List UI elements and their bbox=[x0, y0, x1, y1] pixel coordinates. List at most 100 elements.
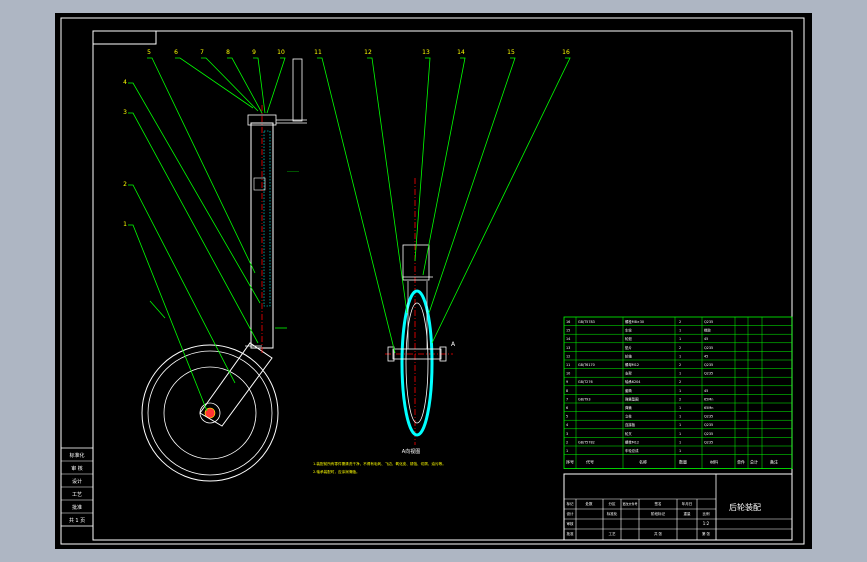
bom-qty: 2 bbox=[679, 380, 681, 384]
bom-no: 5 bbox=[566, 415, 568, 419]
bom-material: Q235 bbox=[704, 415, 713, 419]
tb-label-12: 工艺 bbox=[609, 531, 617, 536]
tb-label-0: 标记 bbox=[567, 501, 575, 506]
bom-name: 轴承6204 bbox=[625, 379, 640, 384]
bom-qty: 1 bbox=[679, 449, 681, 453]
balloon-6: 6 bbox=[174, 49, 178, 56]
bom-material: Q235 bbox=[704, 346, 713, 350]
title-block-title: 后轮装配 bbox=[729, 502, 761, 512]
side-stamp-4: 批准 bbox=[72, 504, 82, 511]
bom-name: 垫片 bbox=[625, 345, 632, 350]
bom-no: 11 bbox=[566, 363, 570, 367]
bom-qty: 1 bbox=[679, 337, 681, 341]
balloon-8: 8 bbox=[226, 49, 230, 56]
bom-name: 支架 bbox=[625, 371, 632, 376]
balloon-10: 10 bbox=[277, 49, 285, 56]
bom-material: Q235 bbox=[704, 432, 713, 436]
bom-no: 4 bbox=[566, 423, 568, 427]
balloon-15: 15 bbox=[507, 49, 515, 56]
side-stamp-5: 共 1 页 bbox=[69, 517, 85, 524]
balloon-13: 13 bbox=[422, 49, 430, 56]
bom-header-4: 材料 bbox=[710, 459, 718, 465]
tb-label-9: 重量 bbox=[684, 511, 692, 516]
bom-code: GB/T5782 bbox=[578, 440, 595, 444]
bom-header-7: 备注 bbox=[770, 459, 778, 465]
dim-note: ――― bbox=[287, 169, 299, 174]
bom-material: 65Mn bbox=[704, 406, 713, 410]
side-view: A A向视图 bbox=[385, 178, 456, 455]
bom-table: 16 GB/T5783 螺栓M8×30 2 Q23515 车轮 1 橡胶14 轮毂 1 4513 垫片… bbox=[563, 316, 793, 470]
bom-no: 16 bbox=[566, 320, 570, 324]
tb-label-4: 签名 bbox=[655, 501, 662, 506]
bom-no: 14 bbox=[566, 337, 570, 341]
bom-qty: 1 bbox=[679, 372, 681, 376]
bom-name: 弹簧 bbox=[625, 405, 632, 410]
bom-header-5: 单件 bbox=[737, 459, 745, 465]
bom-name: 轮毂 bbox=[625, 336, 632, 341]
bom-qty: 1 bbox=[679, 423, 681, 427]
bom-qty: 1 bbox=[679, 354, 681, 358]
cad-viewport[interactable]: 标准化 审 核 设计 工艺 批准 共 1 页 ――― A A向视图 1 2 3 … bbox=[0, 0, 867, 562]
bom-material: 橡胶 bbox=[704, 328, 711, 333]
bom-material: Q235 bbox=[704, 320, 713, 324]
bom-material: Q235 bbox=[704, 423, 713, 427]
bom-header-1: 代号 bbox=[586, 459, 594, 465]
drawing-canvas: 标准化 审 核 设计 工艺 批准 共 1 页 ――― A A向视图 12345 … bbox=[60, 17, 805, 545]
top-left-code-box bbox=[92, 30, 157, 45]
section-label-a: A bbox=[451, 341, 456, 348]
tb-label-1: 处数 bbox=[586, 501, 594, 506]
bom-code: GB/T93 bbox=[578, 397, 590, 401]
side-tyre bbox=[400, 289, 434, 437]
bom-name: 螺栓M8×30 bbox=[625, 319, 644, 324]
tb-label-15: 第 张 bbox=[702, 531, 711, 536]
tb-label-3: 更改文件号 bbox=[622, 501, 637, 506]
bom-no: 13 bbox=[566, 346, 570, 350]
side-stamp-2: 设计 bbox=[72, 478, 82, 485]
side-rim bbox=[405, 302, 429, 424]
drawing-sheet: 标准化 审 核 设计 工艺 批准 共 1 页 ――― A A向视图 1 2 3 … bbox=[55, 13, 812, 549]
balloon-7: 7 bbox=[200, 49, 204, 56]
balloon-16: 16 bbox=[562, 49, 570, 56]
bom-name: 弹簧垫圈 bbox=[625, 396, 639, 401]
balloon-1: 1 bbox=[123, 221, 127, 228]
bom-no: 3 bbox=[566, 432, 568, 436]
bom-no: 2 bbox=[566, 440, 568, 444]
bom-code: GB/T276 bbox=[578, 380, 593, 384]
bom-material: 45 bbox=[704, 337, 708, 341]
column-spring bbox=[253, 177, 266, 191]
tb-label-7: 标准化 bbox=[607, 511, 618, 516]
bom-qty: 2 bbox=[679, 346, 681, 350]
bom-header-3: 数量 bbox=[679, 459, 687, 465]
bom-no: 6 bbox=[566, 406, 568, 410]
bom-no: 8 bbox=[566, 389, 568, 393]
tb-label-6: 设计 bbox=[567, 511, 575, 516]
note-line-1: 2.轴承装配时，应涂润滑脂。 bbox=[313, 469, 360, 474]
bom-header-0: 序号 bbox=[566, 459, 574, 465]
bom-no: 7 bbox=[566, 397, 568, 401]
bom-qty: 2 bbox=[679, 320, 681, 324]
bom-qty: 1 bbox=[679, 389, 681, 393]
bom-name: 套筒 bbox=[625, 388, 632, 393]
tb-label-10: 比例 bbox=[703, 511, 711, 516]
balloon-12: 12 bbox=[364, 49, 372, 56]
bom-no: 12 bbox=[566, 354, 570, 358]
column-hatch bbox=[263, 130, 271, 307]
bom-qty: 2 bbox=[679, 397, 681, 401]
bom-code: GB/T5783 bbox=[578, 320, 595, 324]
bom-name: 车轮 bbox=[625, 328, 632, 333]
balloon-4: 4 bbox=[123, 79, 127, 86]
bom-material: 45 bbox=[704, 354, 708, 358]
bom-qty: 2 bbox=[679, 363, 681, 367]
note-line-0: 1.装配前所有零件需清洗干净，不得有毛刺、飞边、氧化皮、锈蚀、切屑、油污等。 bbox=[313, 461, 446, 466]
bom-name: 轮叉 bbox=[625, 431, 632, 436]
bom-qty: 1 bbox=[679, 329, 681, 333]
tb-label-11: 审核 bbox=[567, 521, 575, 526]
balloon-11: 11 bbox=[314, 49, 322, 56]
tb-label-13: 批准 bbox=[567, 531, 575, 536]
side-stamp-1: 审 核 bbox=[71, 465, 83, 472]
bom-material: 65Mn bbox=[704, 397, 713, 401]
side-stamp-3: 工艺 bbox=[72, 492, 82, 498]
balloon-3: 3 bbox=[123, 109, 127, 116]
tb-label-5: 年月日 bbox=[682, 501, 693, 506]
mounting-plate bbox=[292, 58, 303, 122]
